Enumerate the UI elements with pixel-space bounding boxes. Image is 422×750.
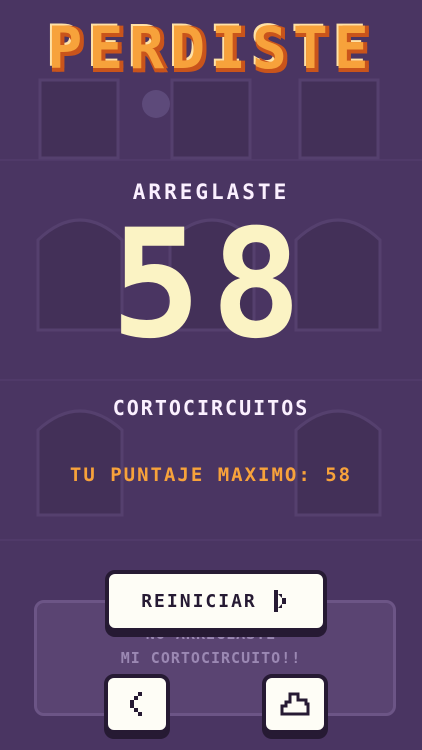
best-score-text: TU PUNTAJE MAXIMO: 58 xyxy=(69,464,353,486)
restart-button[interactable]: REINICIAR xyxy=(105,570,327,632)
speech-bubble-line2: MI CORTOCIRCUITO!! xyxy=(120,649,302,667)
score-display: 58 xyxy=(0,210,422,360)
restart-button-label: REINICIAR xyxy=(141,590,257,612)
leaderboard-button[interactable] xyxy=(262,674,328,734)
score-value: 58 xyxy=(110,198,312,372)
game-over-title: PERDISTE xyxy=(47,14,375,82)
podium-icon xyxy=(280,692,310,716)
back-button[interactable] xyxy=(104,674,170,734)
unit-label: CORTOCIRCUITOS xyxy=(112,396,310,420)
chevron-right-icon xyxy=(273,590,286,612)
chevron-left-icon xyxy=(130,692,142,716)
